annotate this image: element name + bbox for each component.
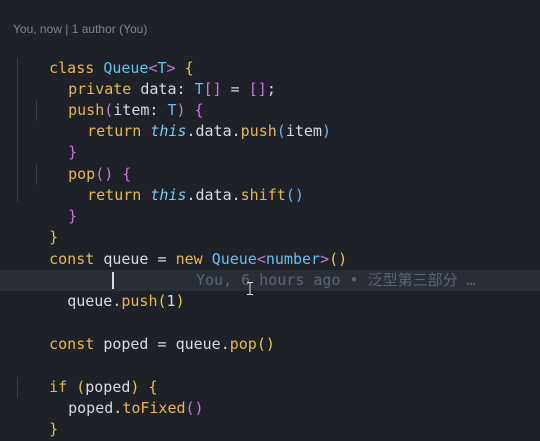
token-method: toFixed — [122, 399, 186, 417]
token-type: number — [265, 250, 321, 268]
token-bracket: [] — [248, 80, 267, 98]
token-property: .data. — [186, 122, 241, 140]
token-paren: ) — [321, 122, 331, 140]
token-brace: } — [68, 207, 78, 225]
token-this: this — [150, 186, 187, 204]
token-method: pop — [229, 335, 257, 353]
code-line-14[interactable]: const poped = queue.pop() — [13, 313, 275, 353]
token-keyword: return — [87, 122, 151, 140]
text-cursor — [112, 272, 114, 289]
token-number: 1 — [166, 292, 176, 310]
token-paren: () — [256, 335, 275, 353]
token-punct: . — [113, 399, 123, 417]
token-paren: () — [185, 399, 204, 417]
token-operator: = — [148, 335, 176, 353]
token-variable: queue — [103, 250, 149, 268]
token-keyword: const — [49, 250, 104, 268]
token-variable: poped — [103, 335, 149, 353]
code-line-9[interactable]: } — [13, 206, 58, 246]
code-line-10[interactable]: const queue = new Queue<number>() — [13, 228, 347, 268]
code-line-5[interactable]: } — [32, 121, 77, 161]
token-keyword: const — [49, 335, 104, 353]
code-line-4[interactable]: return this.data.push(item) — [51, 100, 331, 140]
token-bracket: > — [320, 250, 330, 268]
token-method: shift — [240, 186, 286, 204]
token-property: .data. — [186, 186, 241, 204]
code-editor[interactable]: You, now | 1 author (You) class Queue<T>… — [0, 0, 540, 441]
token-variable: poped — [68, 399, 114, 417]
token-method: push — [121, 292, 158, 310]
code-line-16[interactable]: if (poped) { — [13, 356, 157, 396]
token-brace: } — [49, 420, 59, 438]
token-bracket: [] — [203, 80, 222, 98]
token-method: push — [240, 122, 277, 140]
code-line-12-current[interactable]: queue.push(1) You, 6 hours ago • 泛型第三部分 … — [0, 270, 540, 310]
token-paren: ) — [175, 292, 185, 310]
token-keyword: return — [87, 186, 151, 204]
token-paren: ( — [157, 292, 167, 310]
token-punct: . — [220, 335, 230, 353]
token-class-name: Queue — [211, 250, 257, 268]
git-blame-annotation: You, 6 hours ago • 泛型第三部分 … — [196, 271, 476, 289]
code-line-6[interactable]: pop() { — [32, 143, 131, 183]
token-variable: queue — [175, 335, 221, 353]
code-line-7[interactable]: return this.data.shift() — [51, 164, 304, 204]
token-paren: () — [329, 250, 348, 268]
codelens-author-info[interactable]: You, now | 1 author (You) — [13, 22, 147, 36]
ibeam-cursor-icon — [247, 282, 253, 295]
token-keyword: new — [175, 250, 212, 268]
code-line-2[interactable]: private data: T[] = []; — [32, 58, 276, 98]
code-line-1[interactable]: class Queue<T> { — [13, 37, 194, 77]
token-punct: ; — [266, 80, 276, 98]
token-this: this — [150, 122, 187, 140]
token-paren: ( — [276, 122, 286, 140]
code-line-3[interactable]: push(item: T) { — [32, 79, 203, 119]
token-bracket: < — [256, 250, 266, 268]
code-line-17[interactable]: poped.toFixed() — [32, 377, 203, 417]
token-paren: () — [285, 186, 304, 204]
token-operator: = — [221, 80, 249, 98]
token-arg: item — [285, 122, 322, 140]
code-line-8[interactable]: } — [32, 185, 77, 225]
code-line-18[interactable]: } — [13, 398, 58, 438]
token-variable: queue — [67, 292, 113, 310]
token-operator: = — [148, 250, 176, 268]
